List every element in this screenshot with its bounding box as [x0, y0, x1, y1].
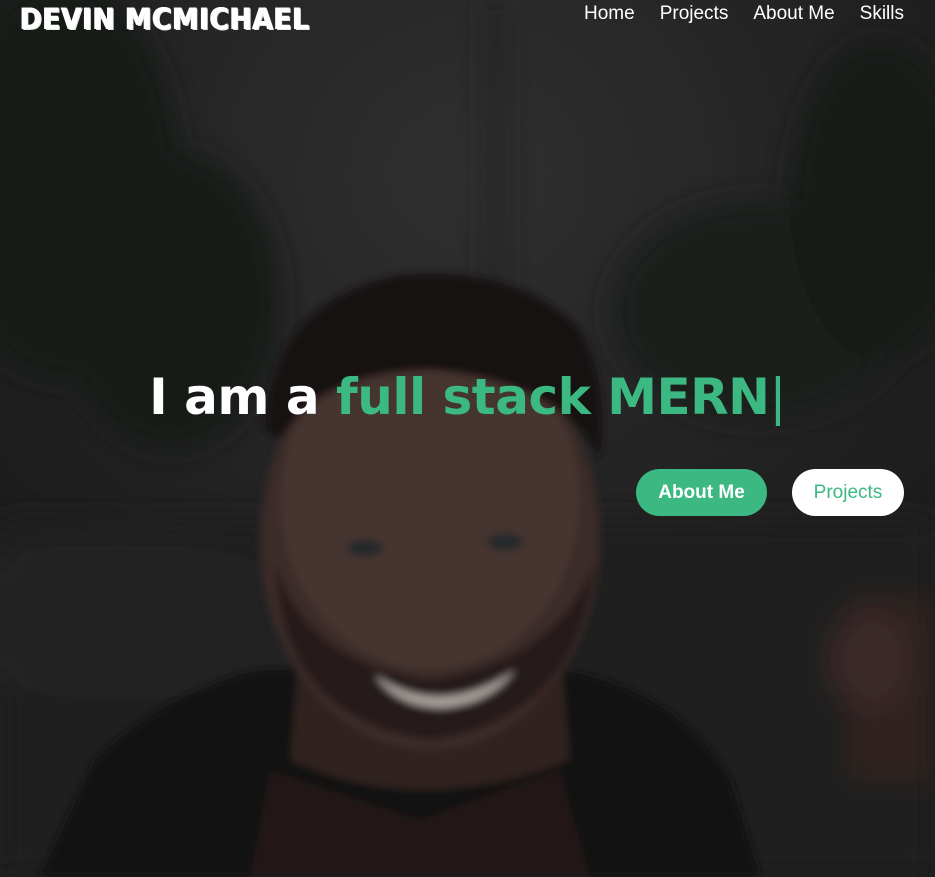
hero-section: DEVIN MCMICHAEL Home Projects About Me S… [0, 0, 935, 877]
nav-skills[interactable]: Skills [860, 3, 904, 25]
nav-projects[interactable]: Projects [660, 3, 729, 25]
nav-home[interactable]: Home [584, 3, 635, 25]
hero-headline: I am a full stack MERN| [0, 368, 935, 426]
headline-static-text: I am a [149, 368, 337, 426]
projects-button[interactable]: Projects [792, 469, 904, 516]
typing-cursor: | [769, 368, 787, 426]
site-logo[interactable]: DEVIN MCMICHAEL [20, 2, 310, 36]
dark-overlay [0, 0, 935, 877]
headline-typed-text: full stack MERN [336, 368, 770, 426]
main-nav: Home Projects About Me Skills [584, 3, 904, 25]
nav-about-me[interactable]: About Me [753, 3, 834, 25]
about-me-button[interactable]: About Me [636, 469, 767, 516]
